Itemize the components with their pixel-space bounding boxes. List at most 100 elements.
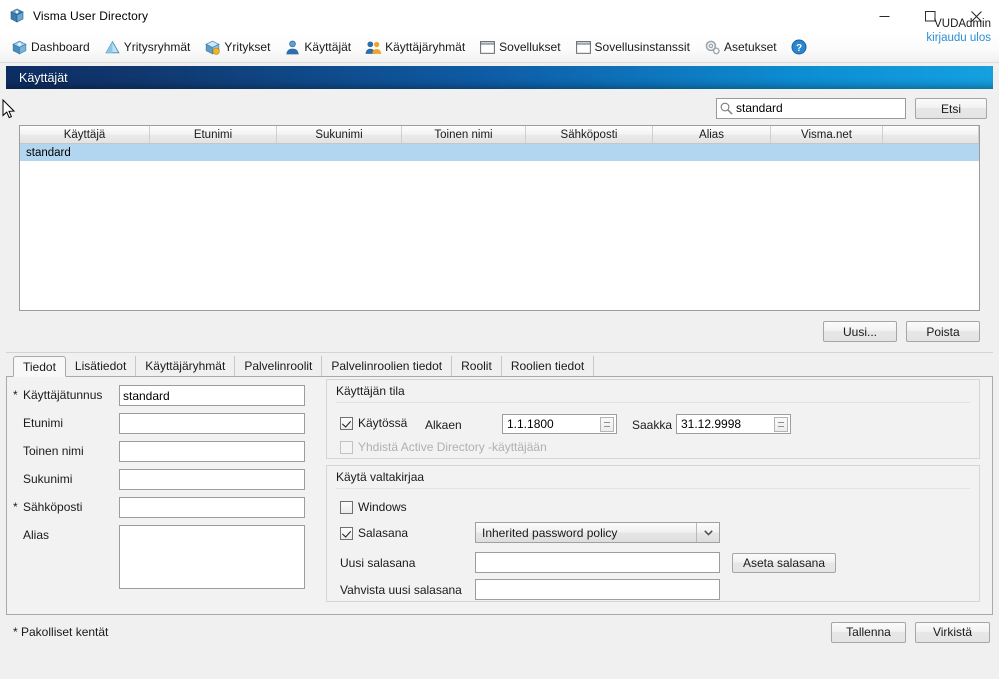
tab-tiedot[interactable]: Tiedot bbox=[13, 356, 66, 377]
users-grid[interactable]: Käyttäjä Etunimi Sukunimi Toinen nimi Sä… bbox=[19, 125, 980, 311]
minimize-icon bbox=[879, 15, 889, 17]
enabled-checkbox[interactable] bbox=[340, 416, 353, 430]
password-checkbox[interactable] bbox=[340, 526, 353, 540]
alias-field[interactable] bbox=[119, 525, 305, 589]
field-row-sukunimi: Sukunimi bbox=[7, 469, 317, 490]
label-text: Sukunimi bbox=[23, 472, 73, 486]
toolbar-item-sovellusinstanssit[interactable]: Sovellusinstanssit bbox=[575, 39, 690, 56]
windows-checkbox-wrap[interactable]: Windows bbox=[340, 500, 407, 514]
windows-checkbox[interactable] bbox=[340, 500, 353, 514]
toolbar-item-sovellukset[interactable]: Sovellukset bbox=[479, 39, 561, 56]
email-field[interactable] bbox=[119, 497, 305, 518]
password-policy-value: Inherited password policy bbox=[482, 525, 618, 540]
toolbar-item-kayttajaryhmat[interactable]: Käyttäjäryhmät bbox=[365, 39, 465, 56]
group-divider bbox=[336, 488, 970, 489]
company-groups-icon bbox=[105, 40, 120, 53]
password-policy-select[interactable]: Inherited password policy bbox=[475, 522, 720, 543]
firstname-field[interactable] bbox=[119, 413, 305, 434]
tab-palvelinroolit[interactable]: Palvelinroolit bbox=[235, 356, 323, 376]
save-button[interactable]: Tallenna bbox=[831, 621, 906, 643]
toolbar-item-asetukset[interactable]: Asetukset bbox=[704, 39, 777, 56]
group-divider bbox=[336, 402, 970, 403]
applications-icon bbox=[480, 40, 496, 54]
mandatory-fields-note: * Pakolliset kentät bbox=[13, 625, 109, 639]
column-header-sukunimi[interactable]: Sukunimi bbox=[277, 126, 402, 143]
required-marker: * bbox=[13, 388, 18, 402]
label-text: Toinen nimi bbox=[23, 444, 84, 458]
label-text: Etunimi bbox=[23, 416, 64, 430]
password-checkbox-label: Salasana bbox=[358, 526, 409, 540]
column-header-etunimi[interactable]: Etunimi bbox=[150, 126, 277, 143]
search-input[interactable]: standard bbox=[716, 98, 906, 119]
refresh-button[interactable]: Virkistä bbox=[915, 621, 990, 643]
help-button[interactable]: ? bbox=[791, 39, 807, 55]
toolbar-item-label: Yritykset bbox=[224, 40, 271, 54]
valid-from-spinner-icon[interactable] bbox=[600, 417, 614, 432]
svg-text:?: ? bbox=[796, 43, 802, 54]
enabled-checkbox-wrap[interactable]: Käytössä bbox=[340, 416, 407, 430]
label-alias: Alias bbox=[7, 525, 119, 542]
valid-to-label-wrap: Saakka bbox=[632, 418, 672, 432]
user-detail-form: * Käyttäjätunnus Etunimi Toinen nimi bbox=[7, 385, 317, 596]
confirm-password-field[interactable] bbox=[475, 579, 720, 600]
toolbar-item-dashboard[interactable]: Dashboard bbox=[11, 39, 90, 56]
new-user-button[interactable]: Uusi... bbox=[823, 321, 897, 342]
valid-to-datefield[interactable]: 31.12.9998 bbox=[676, 414, 791, 434]
tab-lisatiedot[interactable]: Lisätiedot bbox=[66, 356, 137, 376]
delete-user-button[interactable]: Poista bbox=[906, 321, 980, 342]
table-row[interactable]: standard bbox=[20, 144, 979, 161]
label-text: Sähköposti bbox=[23, 500, 83, 514]
section-header-title: Käyttäjät bbox=[19, 70, 68, 85]
detail-footer: * Pakolliset kentät Tallenna Virkistä bbox=[6, 615, 993, 649]
active-directory-checkbox-label: Yhdistä Active Directory -käyttäjään bbox=[358, 440, 547, 454]
username-field[interactable] bbox=[119, 385, 305, 406]
toolbar-item-label: Yritysryhmät bbox=[123, 40, 191, 54]
new-password-field[interactable] bbox=[475, 552, 720, 573]
ad-link-checkbox-wrap: Yhdistä Active Directory -käyttäjään bbox=[340, 440, 547, 454]
middlename-field[interactable] bbox=[119, 441, 305, 462]
field-row-kayttajatunnus: * Käyttäjätunnus bbox=[7, 385, 317, 406]
account-name: VUDAdmin bbox=[934, 18, 991, 30]
tab-pane-tiedot: * Käyttäjätunnus Etunimi Toinen nimi bbox=[6, 377, 993, 615]
new-password-label-wrap: Uusi salasana bbox=[340, 556, 415, 570]
cell-kayttaja: standard bbox=[26, 146, 71, 159]
column-header-filler[interactable] bbox=[883, 126, 979, 143]
tab-roolien-tiedot[interactable]: Roolien tiedot bbox=[502, 356, 595, 376]
user-account-block: VUDAdmin kirjaudu ulos bbox=[926, 18, 991, 45]
valid-from-datefield[interactable]: 1.1.1800 bbox=[502, 414, 617, 434]
search-input-value: standard bbox=[736, 101, 783, 115]
app-icon bbox=[10, 8, 24, 23]
field-row-etunimi: Etunimi bbox=[7, 413, 317, 434]
tab-kayttajaryhmat[interactable]: Käyttäjäryhmät bbox=[136, 356, 236, 376]
active-directory-checkbox bbox=[340, 440, 353, 454]
label-kayttajatunnus: * Käyttäjätunnus bbox=[7, 385, 119, 402]
toolbar-item-yritysryhmat[interactable]: Yritysryhmät bbox=[104, 39, 191, 56]
column-header-alias[interactable]: Alias bbox=[653, 126, 771, 143]
lastname-field[interactable] bbox=[119, 469, 305, 490]
column-header-toinen-nimi[interactable]: Toinen nimi bbox=[402, 126, 526, 143]
set-password-button[interactable]: Aseta salasana bbox=[732, 553, 836, 573]
users-icon bbox=[286, 40, 300, 54]
toolbar-item-kayttajat[interactable]: Käyttäjät bbox=[284, 39, 351, 56]
group-title-credentials: Käytä valtakirjaa bbox=[336, 470, 425, 484]
search-button[interactable]: Etsi bbox=[915, 98, 987, 119]
toolbar-item-yritykset[interactable]: Yritykset bbox=[204, 39, 270, 56]
label-sahkoposti: * Sähköposti bbox=[7, 497, 119, 514]
toolbar-item-label: Sovellukset bbox=[499, 40, 561, 54]
footer-buttons: Tallenna Virkistä bbox=[831, 621, 990, 643]
minimize-button[interactable] bbox=[861, 0, 907, 32]
toolbar-item-label: Dashboard bbox=[31, 40, 90, 54]
valid-to-spinner-icon[interactable] bbox=[774, 417, 788, 432]
window-titlebar: Visma User Directory bbox=[0, 0, 999, 32]
tab-roolit[interactable]: Roolit bbox=[452, 356, 502, 376]
chevron-down-icon[interactable] bbox=[696, 523, 719, 542]
field-row-sahkoposti: * Sähköposti bbox=[7, 497, 317, 518]
column-header-kayttaja[interactable]: Käyttäjä bbox=[20, 126, 150, 143]
tab-palvelinroolien-tiedot[interactable]: Palvelinroolien tiedot bbox=[322, 356, 453, 376]
password-checkbox-wrap[interactable]: Salasana bbox=[340, 526, 408, 540]
logout-link[interactable]: kirjaudu ulos bbox=[926, 32, 991, 45]
group-title-user-status: Käyttäjän tila bbox=[336, 384, 405, 398]
column-header-sahkoposti[interactable]: Sähköposti bbox=[526, 126, 653, 143]
column-header-vismanet[interactable]: Visma.net bbox=[771, 126, 883, 143]
users-grid-header: Käyttäjä Etunimi Sukunimi Toinen nimi Sä… bbox=[20, 126, 979, 144]
